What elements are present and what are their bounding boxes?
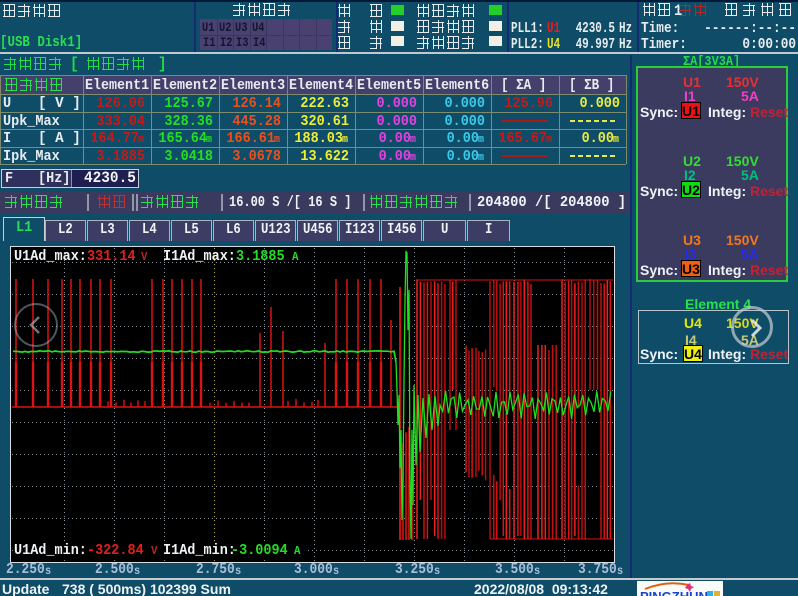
svg-text:PINGZHUN: PINGZHUN: [640, 589, 708, 596]
